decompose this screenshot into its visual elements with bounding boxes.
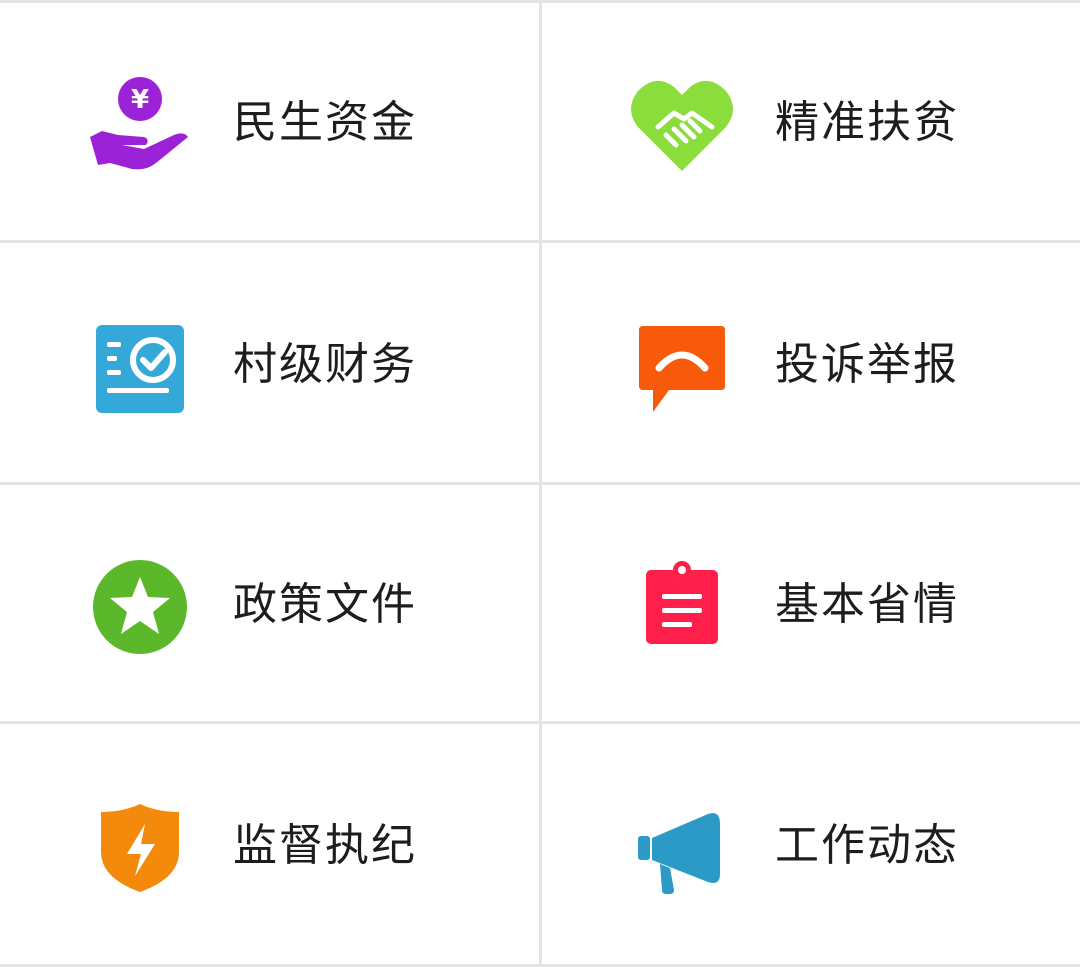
menu-item-label: 工作动态 bbox=[775, 820, 959, 871]
handshake-heart-icon bbox=[630, 71, 734, 175]
menu-item-label: 监督执纪 bbox=[233, 820, 417, 871]
menu-item-complaint-report[interactable]: 投诉举报 bbox=[542, 243, 1080, 482]
menu-item-poverty-alleviation[interactable]: 精准扶贫 bbox=[542, 3, 1080, 240]
menu-item-label: 村级财务 bbox=[233, 339, 417, 390]
menu-item-supervision-discipline[interactable]: 监督执纪 bbox=[0, 724, 539, 964]
menu-item-label: 政策文件 bbox=[233, 579, 417, 630]
menu-item-minsheng-funds[interactable]: ¥ 民生资金 bbox=[0, 3, 539, 240]
menu-item-basic-province-info[interactable]: 基本省情 bbox=[542, 485, 1080, 721]
hand-yuan-icon: ¥ bbox=[88, 73, 192, 177]
star-circle-icon bbox=[88, 555, 192, 659]
megaphone-icon bbox=[630, 802, 734, 906]
menu-item-label: 精准扶贫 bbox=[775, 97, 959, 148]
menu-item-policy-documents[interactable]: 政策文件 bbox=[0, 485, 539, 721]
svg-text:¥: ¥ bbox=[131, 85, 149, 115]
menu-item-label: 投诉举报 bbox=[775, 339, 959, 390]
menu-grid: ¥ 民生资金 精准扶贫 村级财务 投诉举报 政策文件 基本省情 监督执纪 工作动… bbox=[0, 0, 1080, 967]
menu-item-village-finance[interactable]: 村级财务 bbox=[0, 243, 539, 482]
menu-item-label: 基本省情 bbox=[775, 579, 959, 630]
checklist-icon bbox=[88, 317, 192, 421]
shield-lightning-icon bbox=[88, 796, 192, 900]
menu-item-label: 民生资金 bbox=[233, 97, 417, 148]
clipboard-icon bbox=[630, 551, 734, 655]
speech-bubble-icon bbox=[630, 319, 734, 423]
menu-item-work-news[interactable]: 工作动态 bbox=[542, 724, 1080, 964]
